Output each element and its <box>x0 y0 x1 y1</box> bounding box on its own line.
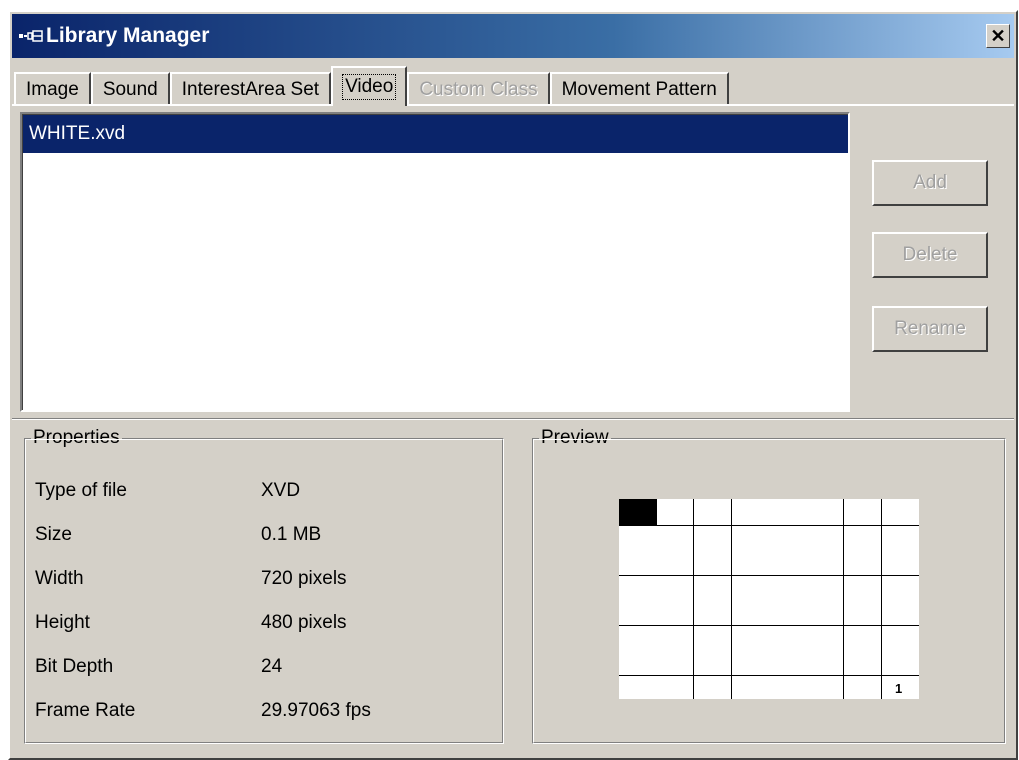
tab-image[interactable]: Image <box>14 72 91 106</box>
properties-group: Properties Type of file XVD Size 0.1 MB Wi… <box>24 427 504 744</box>
library-manager-app-icon <box>18 25 44 47</box>
title-bar[interactable]: Library Manager ✕ <box>12 14 1014 58</box>
preview-black-block <box>619 499 657 525</box>
add-button: Add <box>872 160 988 206</box>
preview-frame-number: 1 <box>895 681 903 696</box>
property-row-size: Size 0.1 MB <box>35 524 322 545</box>
list-item-label: WHITE.xvd <box>29 123 126 144</box>
tab-sound[interactable]: Sound <box>90 72 170 106</box>
properties-table: Type of file XVD Size 0.1 MB Width 720 pixe… <box>35 469 371 733</box>
preview-label: Preview <box>539 427 611 449</box>
property-row-height: Height 480 pixels <box>35 612 347 633</box>
list-item[interactable]: WHITE.xvd <box>23 115 848 153</box>
file-list[interactable]: WHITE.xvd <box>20 112 850 412</box>
tab-interestarea-set[interactable]: InterestArea Set <box>169 72 332 106</box>
property-row-bit-depth: Bit Depth 24 <box>35 656 283 677</box>
tab-video[interactable]: Video <box>331 66 408 106</box>
library-manager-window: Library Manager ✕ Image Sound InterestAr… <box>8 10 1018 760</box>
panel-divider <box>12 418 1014 420</box>
delete-button: Delete <box>872 232 988 278</box>
preview-group: Preview 1 <box>532 427 1006 744</box>
tab-custom-class: Custom Class <box>407 72 550 106</box>
properties-label: Properties <box>31 427 122 449</box>
property-row-frame-rate: Frame Rate 29.97063 fps <box>35 700 371 721</box>
tab-movement-pattern[interactable]: Movement Pattern <box>549 72 729 106</box>
close-icon: ✕ <box>990 26 1006 46</box>
video-preview: 1 <box>619 499 919 699</box>
rename-button: Rename <box>872 306 988 352</box>
property-row-type: Type of file XVD <box>35 480 301 501</box>
close-button[interactable]: ✕ <box>986 24 1010 48</box>
tab-strip: Image Sound InterestArea Set Video Custo… <box>14 66 729 106</box>
window-title: Library Manager <box>46 24 210 47</box>
property-row-width: Width 720 pixels <box>35 568 347 589</box>
